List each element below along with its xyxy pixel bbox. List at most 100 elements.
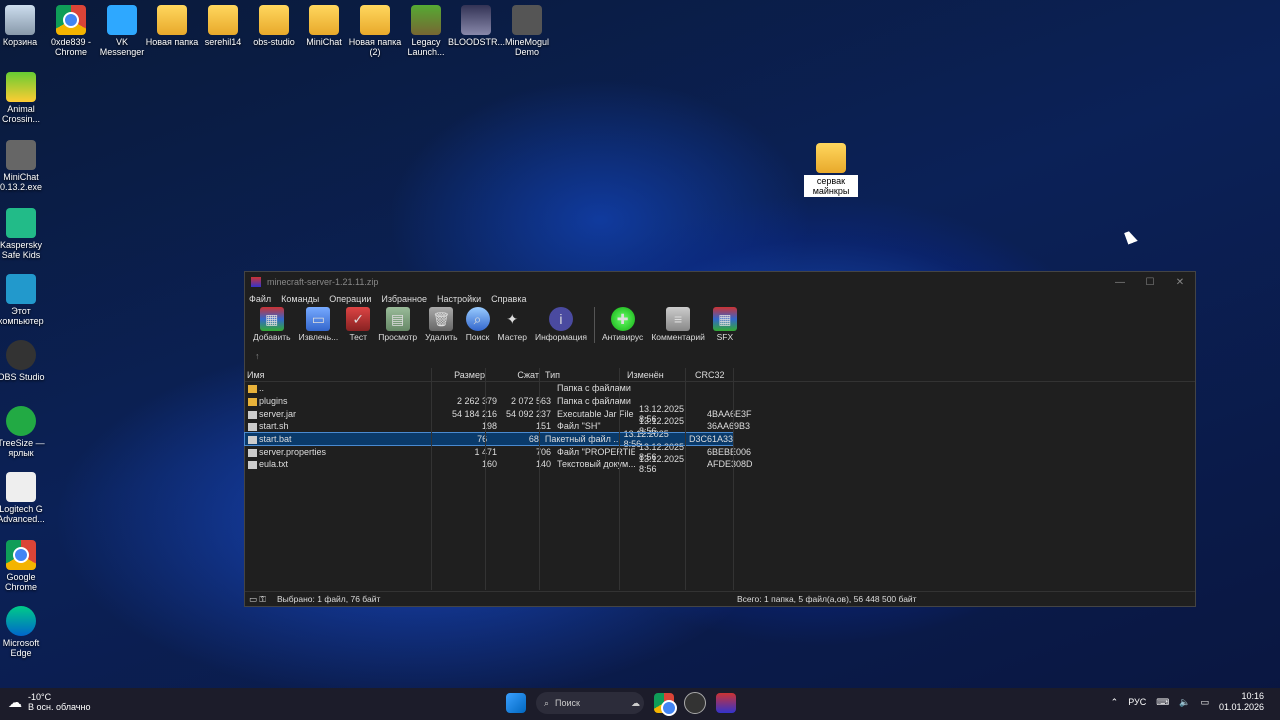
obs-taskbar-icon[interactable]: [684, 692, 706, 714]
column-header-1[interactable]: Размер: [433, 370, 487, 380]
close-button[interactable]: ✕: [1165, 277, 1195, 288]
clock[interactable]: 10:16 01.01.2026: [1219, 691, 1264, 713]
tray-overflow-icon[interactable]: ⌃: [1111, 697, 1119, 708]
desktop-left-icon-7[interactable]: Google Chrome: [0, 540, 49, 592]
desktop-left-icon-2[interactable]: Kaspersky Safe Kids: [0, 208, 49, 260]
network-icon[interactable]: ⌨: [1156, 697, 1169, 708]
toolbar-button-0[interactable]: ▦ Добавить: [249, 305, 295, 342]
add-archive-icon: ▦: [259, 307, 284, 331]
computer-icon: [6, 274, 36, 304]
toolbar-separator: [594, 307, 595, 343]
folder-icon: [157, 5, 187, 35]
menu-item-2[interactable]: Операции: [329, 294, 371, 304]
battery-icon[interactable]: ▭: [1200, 697, 1209, 708]
language-indicator[interactable]: РУС: [1128, 697, 1146, 707]
desktop-icon-4[interactable]: serehil14: [195, 5, 251, 47]
winrar-icon: [251, 277, 261, 287]
volume-icon[interactable]: 🔈: [1179, 697, 1190, 708]
folder-icon: [248, 385, 257, 394]
title-bar[interactable]: minecraft-server-1.21.11.zip — ☐ ✕: [245, 272, 1195, 292]
maximize-button[interactable]: ☐: [1135, 277, 1165, 288]
menu-item-1[interactable]: Команды: [281, 294, 319, 304]
desktop-icon-3[interactable]: Новая папка: [144, 5, 200, 47]
desktop-icon-8[interactable]: Legacy Launch...: [398, 5, 454, 57]
toolbar-label: Удалить: [425, 332, 458, 342]
file-row-2[interactable]: server.jar 54 184 216 54 092 237 Executable…: [245, 404, 1195, 424]
desktop-left-icon-8[interactable]: Microsoft Edge: [0, 606, 49, 658]
column-header-2[interactable]: Сжат: [487, 370, 541, 380]
desktop-left-icon-3[interactable]: Этот компьютер: [0, 274, 49, 326]
winrar-taskbar-icon[interactable]: [716, 693, 736, 713]
column-header-3[interactable]: Тип: [541, 370, 623, 380]
desktop-left-icon-5[interactable]: TreeSize — ярлык: [0, 406, 49, 458]
desktop-folder-server[interactable]: сервак майнкры: [804, 143, 858, 197]
windows-start-icon[interactable]: [506, 693, 526, 713]
edge-icon: [6, 606, 36, 636]
folder-icon: [816, 143, 846, 173]
desktop-icon-5[interactable]: obs-studio: [246, 5, 302, 47]
toolbar-button-1[interactable]: ▭ Извлечь...: [295, 305, 343, 342]
desktop-left-icon-1[interactable]: MiniChat 0.13.2.exe: [0, 140, 49, 192]
weather-widget[interactable]: ☁ -10°C В осн. облачно: [8, 692, 90, 712]
menu-item-5[interactable]: Справка: [491, 294, 526, 304]
up-arrow-icon[interactable]: ↑: [255, 351, 260, 361]
file-row-5[interactable]: server.properties 1 471 706 Файл "PROPERTIE…: [245, 442, 1195, 462]
folder-icon: [248, 398, 257, 407]
desktop-left-icon-0[interactable]: Animal Crossin...: [0, 72, 49, 124]
toolbar-button-4[interactable]: 🗑 Удалить: [421, 305, 461, 342]
file-crc: 4BAA6E3F: [707, 408, 752, 419]
file-crc: 6BEBE006: [707, 446, 752, 457]
menu-item-0[interactable]: Файл: [249, 294, 271, 304]
column-header-4[interactable]: Изменён: [623, 370, 691, 380]
column-header-5[interactable]: CRC32: [691, 370, 739, 380]
desktop-icon-label: Корзина: [2, 37, 38, 47]
toolbar-button-6[interactable]: ✦ Мастер: [494, 305, 531, 343]
toolbar-button-5[interactable]: ⌕ Поиск: [462, 305, 494, 342]
file-type: Папка с файлами: [557, 383, 631, 394]
file-list[interactable]: Имя Размер Сжат Тип Изменён CRC32 .. Папка с ф…: [244, 368, 1195, 590]
folder-icon: [259, 5, 289, 35]
desktop-icon-1[interactable]: 0xde839 - Chrome: [43, 5, 99, 57]
file-packed: 706: [535, 446, 551, 457]
desktop-icon-0[interactable]: Корзина: [0, 5, 48, 47]
toolbar-button-8[interactable]: ✚ Антивирус: [598, 305, 647, 342]
toolbar-button-9[interactable]: ≡ Комментарий: [647, 305, 709, 342]
chrome-taskbar-icon[interactable]: [654, 693, 677, 716]
status-total: Всего: 1 папка, 5 файл(а,ов), 56 448 500…: [737, 594, 917, 604]
toolbar-button-2[interactable]: ✓ Тест: [342, 305, 374, 342]
toolbar-label: Тест: [349, 332, 368, 342]
toolbar-button-10[interactable]: ▦ SFX: [709, 305, 741, 342]
desktop-icon-10[interactable]: MineMogul Demo: [499, 5, 555, 57]
antivirus-icon: ✚: [610, 307, 635, 331]
file-icon: [248, 410, 257, 419]
menu-item-4[interactable]: Настройки: [437, 294, 481, 304]
delete-icon: 🗑: [429, 307, 454, 331]
desktop-icon-7[interactable]: Новая папка (2): [347, 5, 403, 57]
file-packed: 68: [528, 434, 539, 445]
toolbar-button-7[interactable]: i Информация: [531, 305, 591, 342]
file-row-3[interactable]: start.sh 198 151 Файл "SH" 13.12.2025 8:56 36…: [245, 416, 1195, 436]
file-row-6[interactable]: eula.txt 160 140 Текстовый докум... 13.12.20…: [245, 454, 1195, 474]
desktop-left-icon-6[interactable]: Logitech G Advanced...: [0, 472, 49, 524]
desktop-icon-6[interactable]: MiniChat: [296, 5, 352, 47]
toolbar-button-3[interactable]: ▤ Просмотр: [374, 305, 421, 342]
status-selected: Выбрано: 1 файл, 76 байт: [277, 594, 381, 604]
desktop-icon-2[interactable]: VK Messenger: [94, 5, 150, 57]
toolbar-label: Добавить: [253, 332, 291, 342]
winrar-window[interactable]: minecraft-server-1.21.11.zip — ☐ ✕ Файл К…: [244, 271, 1196, 607]
file-name: start.bat: [259, 434, 292, 445]
taskbar-search[interactable]: ⌕ Поиск ☁: [536, 692, 644, 714]
game-icon: [461, 5, 491, 35]
file-row-1[interactable]: plugins 2 262 379 2 072 563 Папка с файлами: [245, 395, 1195, 408]
desktop-icon-9[interactable]: BLOODSTR...: [448, 5, 505, 47]
desktop-left-icon-4[interactable]: OBS Studio: [0, 340, 49, 382]
file-icon: [248, 448, 257, 457]
column-header-0[interactable]: Имя: [245, 370, 433, 380]
toolbar-label: SFX: [716, 332, 734, 342]
file-packed: 2 072 563: [510, 396, 551, 407]
file-row-0[interactable]: .. Папка с файлами: [245, 382, 1195, 395]
toolbar-label: Просмотр: [378, 332, 418, 342]
desktop-icon-label: MineMogul Demo: [504, 37, 550, 57]
menu-item-3[interactable]: Избранное: [381, 294, 427, 304]
minimize-button[interactable]: —: [1105, 277, 1135, 288]
